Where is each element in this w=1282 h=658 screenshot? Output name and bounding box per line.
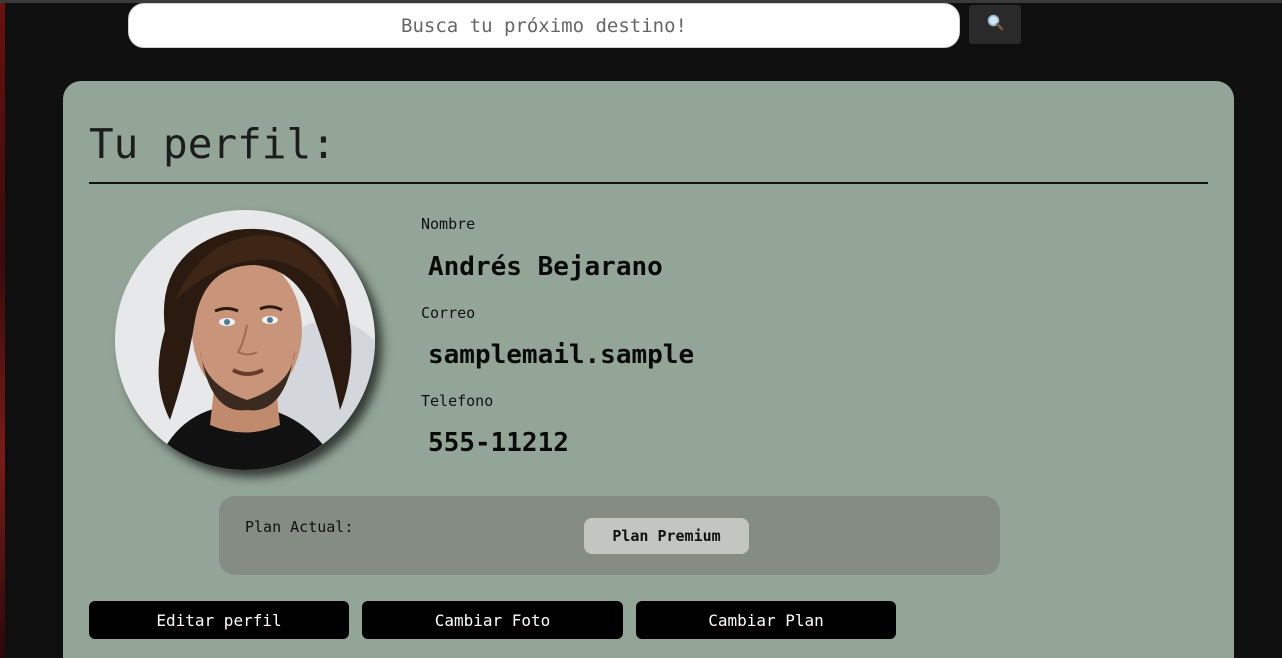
name-label: Nombre	[421, 215, 476, 233]
page: Tu perfil: Nombre	[0, 0, 1282, 658]
phone-value: 555-11212	[428, 428, 569, 458]
plan-label: Plan Actual:	[245, 518, 354, 536]
edit-profile-button[interactable]: Editar perfil	[89, 601, 349, 639]
search-icon	[986, 13, 1004, 36]
change-plan-button[interactable]: Cambiar Plan	[636, 601, 896, 639]
name-value: Andrés Bejarano	[428, 252, 663, 282]
avatar	[115, 210, 375, 470]
search-button[interactable]	[969, 5, 1021, 44]
profile-photo	[115, 210, 375, 470]
change-photo-button[interactable]: Cambiar Foto	[362, 601, 623, 639]
phone-label: Telefono	[421, 392, 494, 410]
plan-badge: Plan Premium	[584, 518, 749, 554]
profile-card: Tu perfil: Nombre Andrés Bejarano Correo…	[63, 81, 1234, 658]
left-edge-decoration	[0, 0, 5, 658]
current-plan-panel: Plan Actual: Plan Premium	[219, 496, 1000, 575]
email-value: samplemail.sample	[428, 340, 695, 370]
page-title: Tu perfil:	[89, 120, 336, 168]
email-label: Correo	[421, 304, 476, 322]
title-divider	[89, 182, 1208, 184]
search-input[interactable]	[128, 3, 960, 48]
